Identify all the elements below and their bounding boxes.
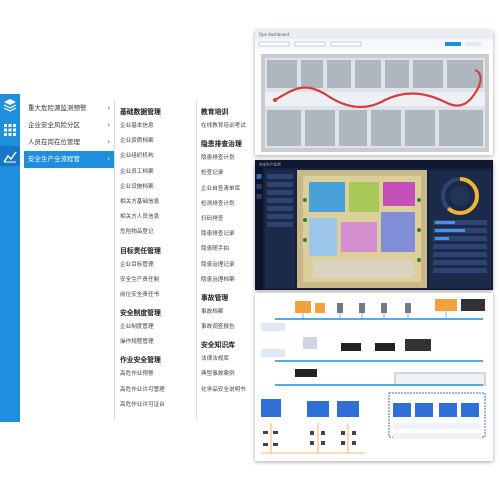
menu-group-heading: 基础数据管理 <box>120 108 161 116</box>
level1-menu-label: 人员在岗在位管理 <box>28 138 80 146</box>
topology-diagram <box>261 299 486 454</box>
menu-link[interactable]: 典型事故案例 <box>201 367 255 382</box>
level1-menu-item[interactable]: 安全生产全流程管 › <box>24 151 114 168</box>
menu-link[interactable]: 危险物品登记 <box>120 225 196 240</box>
menu-link[interactable]: 检测排查计划 <box>201 197 255 212</box>
menu-link[interactable]: 隐患排查计划 <box>201 151 255 166</box>
menu-group-heading: 安全制度管理 <box>120 309 161 318</box>
layers-icon[interactable] <box>3 98 17 112</box>
menu-link[interactable]: 企业制度管理 <box>120 320 196 335</box>
menu-link[interactable]: 企业设施档案 <box>120 180 196 195</box>
topology-screenshot <box>255 293 493 461</box>
level1-menu-item[interactable]: 人员在岗在位管理 › <box>24 134 114 151</box>
menu-link[interactable]: 企业资质档案 <box>120 134 196 149</box>
menu-link[interactable]: 安全生产责任制 <box>120 273 196 288</box>
menu-divider <box>196 100 197 420</box>
menu-group-heading: 作业安全管理 <box>120 356 161 365</box>
menu-link[interactable]: 企业基本信息 <box>120 119 196 134</box>
menu-link[interactable]: 企业组织机构 <box>120 149 196 164</box>
menu-group-heading: 目标责任管理 <box>120 246 161 255</box>
chevron-right-icon: › <box>107 104 110 112</box>
dashboard-screenshot: 安全生产监测 <box>255 160 493 290</box>
level1-menu-label: 企业安全风险分区 <box>28 121 80 129</box>
menu-link[interactable]: 高危作业许可证台 <box>120 398 196 413</box>
level1-menu-label: 安全生产全流程管 <box>28 155 80 163</box>
menu-link[interactable]: 隐患随手拍 <box>201 242 255 257</box>
menu-link[interactable]: 操作规程管理 <box>120 335 196 350</box>
menu-link[interactable]: 企业目标管理 <box>120 258 196 273</box>
level1-menu: 重大危险源监测预警 › 企业安全风险分区 › 人员在岗在位管理 › 安全生产全流程管 › <box>24 100 114 168</box>
menu-link[interactable]: 隐患排查记录 <box>201 227 255 242</box>
chart-icon[interactable] <box>3 149 17 163</box>
menu-column-basic: 基础数据管理企业基本信息 企业资质档案 企业组织机构 企业员工档案 企业设施档案 相关方基… <box>120 105 196 413</box>
menu-link[interactable]: 相关方人员信息 <box>120 210 196 225</box>
menu-link[interactable]: 高危作业许可管理 <box>120 383 196 398</box>
menu-group-heading: 隐患排查治理 <box>201 140 242 149</box>
menu-group-heading: 教育培训 <box>201 108 229 116</box>
menu-link[interactable]: 高危作业预警 <box>120 367 196 382</box>
menu-group-heading: 事故管理 <box>201 293 229 302</box>
menu-link[interactable]: 企业自查清单库 <box>201 182 255 197</box>
menu-link[interactable]: 化学品安全说明书 <box>201 383 255 398</box>
menu-link[interactable]: 检查记录 <box>201 166 255 181</box>
menu-link[interactable]: 法律法规库 <box>201 352 255 367</box>
menu-link[interactable]: 相关方基础信息 <box>120 195 196 210</box>
menu-link[interactable]: 扫码排查 <box>201 212 255 227</box>
menu-link[interactable]: 企业员工档案 <box>120 165 196 180</box>
left-icon-rail <box>0 94 20 422</box>
menu-link[interactable]: 隐患治理档案 <box>201 273 255 288</box>
floorplan-screenshot: Ops dashboard <box>255 30 493 155</box>
level1-menu-label: 重大危险源监测预警 <box>28 104 87 112</box>
menu-divider <box>114 100 115 420</box>
menu-link[interactable]: 隐患治理记录 <box>201 258 255 273</box>
menu-link[interactable]: 事故档案 <box>201 305 255 320</box>
menu-column-safety: 教育培训在线教育培训考试隐患排查治理隐患排查计划 检查记录 企业自查清单库 检测排查计… <box>201 105 255 398</box>
menu-link[interactable]: 在线教育培训考试 <box>201 119 255 134</box>
level1-menu-item[interactable]: 企业安全风险分区 › <box>24 117 114 134</box>
menu-link[interactable]: 岗位安全责任书 <box>120 288 196 303</box>
dashboard-view: 安全生产监测 <box>255 160 493 290</box>
level1-menu-item[interactable]: 重大危险源监测预警 › <box>24 100 114 117</box>
chevron-right-icon: › <box>107 138 110 146</box>
floorplan-view: Ops dashboard <box>255 30 493 152</box>
menu-group-heading: 安全知识库 <box>201 341 235 350</box>
chevron-right-icon: › <box>107 121 110 129</box>
chevron-right-icon: › <box>107 155 110 163</box>
screen1-title: Ops dashboard <box>259 32 290 37</box>
svg-text:安全生产监测: 安全生产监测 <box>259 162 281 167</box>
grid-icon[interactable] <box>3 123 17 137</box>
menu-link[interactable]: 事故调查报告 <box>201 320 255 335</box>
